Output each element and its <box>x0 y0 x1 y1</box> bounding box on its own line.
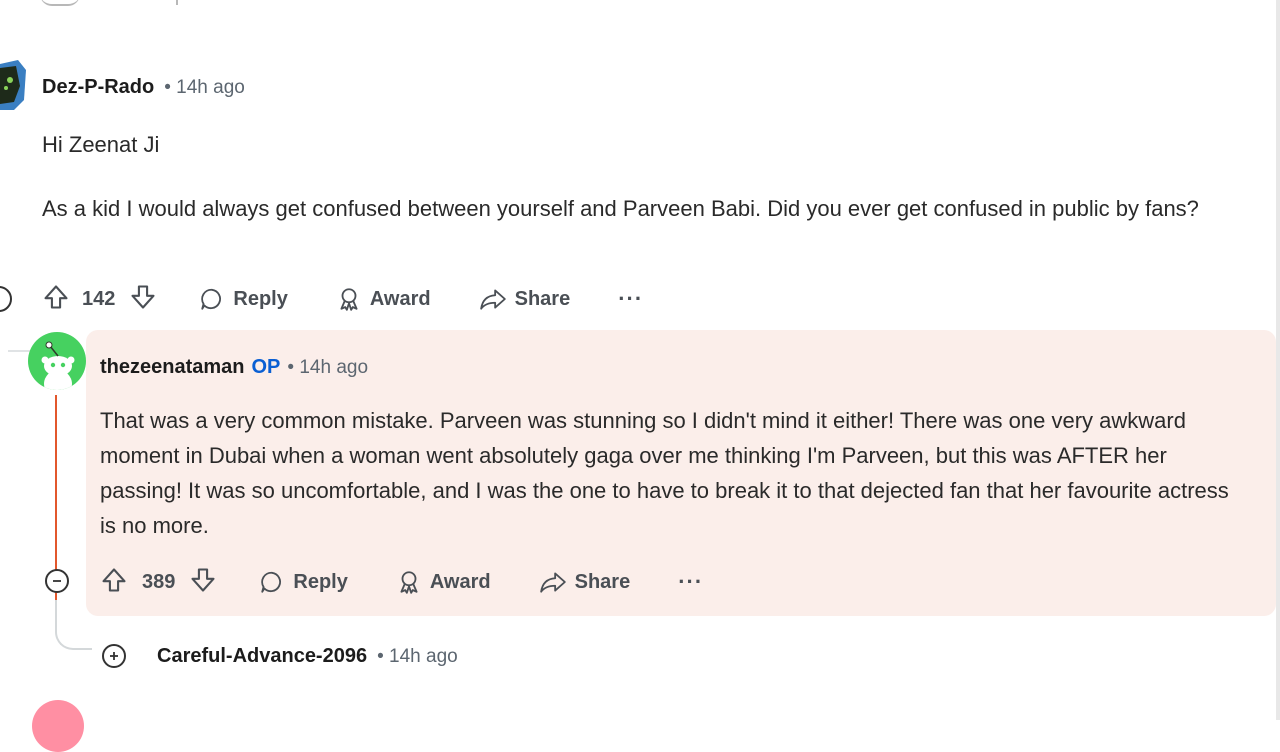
collapse-icon[interactable] <box>0 286 12 312</box>
share-icon <box>539 569 567 595</box>
comment-header: Dez-P-Rado • 14h ago <box>42 76 245 99</box>
more-options-button[interactable]: ··· <box>678 569 703 595</box>
reply-label: Reply <box>233 287 288 310</box>
share-button[interactable]: Share <box>539 569 631 595</box>
collapse-icon[interactable] <box>45 569 69 593</box>
comment-paragraph: As a kid I would always get confused bet… <box>42 196 1199 221</box>
comment-timestamp[interactable]: • 14h ago <box>377 646 458 668</box>
comment-author[interactable]: Careful-Advance-2096 <box>157 645 367 668</box>
reply-icon <box>199 286 225 312</box>
award-icon <box>396 569 422 595</box>
upvote-icon[interactable] <box>100 566 128 599</box>
share-icon <box>479 286 507 312</box>
reply-label: Reply <box>293 570 348 593</box>
comment-body: That was a very common mistake. Parveen … <box>100 408 1229 538</box>
expand-icon[interactable] <box>102 644 126 668</box>
previous-comment-remnant-mark <box>176 0 178 5</box>
upvote-icon[interactable] <box>42 283 70 316</box>
avatar[interactable] <box>0 56 28 110</box>
share-button[interactable]: Share <box>479 286 571 312</box>
comment-action-bar: 142 Reply Award Share ··· <box>42 282 643 316</box>
award-button[interactable]: Award <box>396 569 491 595</box>
share-label: Share <box>514 287 571 310</box>
share-label: Share <box>574 570 631 593</box>
award-icon <box>336 286 362 312</box>
comment-header: thezeenataman OP • 14h ago <box>100 356 368 379</box>
comment-action-bar: 389 Reply Award Share ··· <box>100 565 703 599</box>
more-options-button[interactable]: ··· <box>618 286 643 312</box>
comment-author[interactable]: thezeenataman <box>100 356 245 379</box>
avatar[interactable] <box>28 332 86 390</box>
comment-author[interactable]: Dez-P-Rado <box>42 76 154 99</box>
avatar[interactable] <box>32 700 84 752</box>
reply-button[interactable]: Reply <box>259 569 348 595</box>
scrollbar-track[interactable] <box>1276 0 1280 720</box>
reply-icon <box>259 569 285 595</box>
comment-timestamp[interactable]: • 14h ago <box>287 357 368 379</box>
comment-body: Hi Zeenat Ji As a kid I would always get… <box>42 127 1262 226</box>
comment-timestamp[interactable]: • 14h ago <box>164 77 245 99</box>
thread-connector <box>55 600 92 650</box>
downvote-icon[interactable] <box>189 566 217 599</box>
vote-count: 142 <box>82 287 116 310</box>
downvote-icon[interactable] <box>129 283 157 316</box>
previous-comment-remnant <box>40 0 80 6</box>
op-badge: OP <box>251 356 281 378</box>
award-button[interactable]: Award <box>336 286 431 312</box>
award-label: Award <box>429 570 491 593</box>
award-label: Award <box>369 287 431 310</box>
reply-button[interactable]: Reply <box>199 286 288 312</box>
vote-count: 389 <box>142 570 176 593</box>
comment-header: Careful-Advance-2096 • 14h ago <box>157 645 458 668</box>
comment-paragraph: Hi Zeenat Ji <box>42 132 160 157</box>
